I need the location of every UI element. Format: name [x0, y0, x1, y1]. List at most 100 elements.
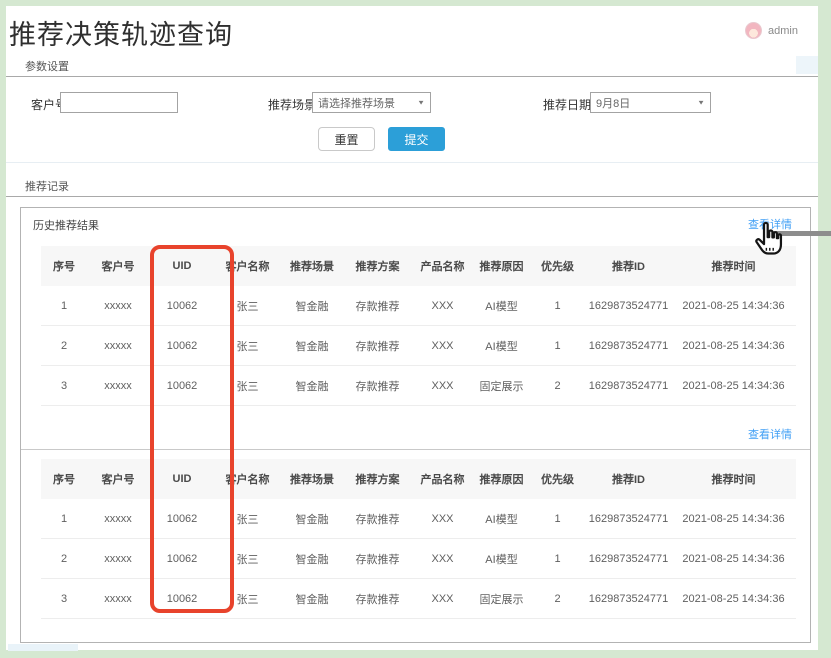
table-cell: 固定展示	[474, 366, 529, 405]
column-header: 客户号	[87, 246, 149, 286]
table-cell: XXX	[411, 326, 474, 365]
table-row: 3xxxxx10062张三智金融存款推荐XXX固定展示2162987352477…	[41, 366, 796, 406]
table-cell: 张三	[215, 579, 280, 618]
table-cell: 10062	[149, 579, 215, 618]
table-cell: 1	[529, 326, 586, 365]
table-cell: 固定展示	[474, 579, 529, 618]
table-cell: 10062	[149, 499, 215, 538]
history-results-panel: 历史推荐结果 查看详情 序号客户号UID客户名称推荐场景推荐方案产品名称推荐原因…	[20, 207, 811, 643]
table-cell: 智金融	[280, 366, 344, 405]
table-header-row: 序号客户号UID客户名称推荐场景推荐方案产品名称推荐原因优先级推荐ID推荐时间	[41, 246, 796, 286]
table-cell: 2021-08-25 14:34:36	[671, 579, 796, 618]
table-cell: AI模型	[474, 539, 529, 578]
table-cell: 1629873524771	[586, 326, 671, 365]
column-header: 推荐方案	[344, 246, 411, 286]
date-select-value: 9月8日	[596, 95, 693, 111]
column-header: 推荐ID	[586, 246, 671, 286]
table-cell: 1629873524771	[586, 286, 671, 325]
table-cell: XXX	[411, 539, 474, 578]
table-cell: 张三	[215, 499, 280, 538]
column-header: 推荐方案	[344, 459, 411, 499]
table-cell: 2	[41, 326, 87, 365]
column-header: UID	[149, 459, 215, 499]
table-cell: AI模型	[474, 499, 529, 538]
table-cell: xxxxx	[87, 366, 149, 405]
table-cell: 1	[41, 499, 87, 538]
table-cell: 2	[41, 539, 87, 578]
column-header: 优先级	[529, 459, 586, 499]
table-row: 2xxxxx10062张三智金融存款推荐XXXAI模型1162987352477…	[41, 539, 796, 579]
reset-button[interactable]: 重置	[318, 127, 375, 151]
table-row: 2xxxxx10062张三智金融存款推荐XXXAI模型1162987352477…	[41, 326, 796, 366]
table-cell: 3	[41, 579, 87, 618]
history-table-2: 序号客户号UID客户名称推荐场景推荐方案产品名称推荐原因优先级推荐ID推荐时间1…	[41, 459, 796, 619]
table-cell: 智金融	[280, 499, 344, 538]
table-cell: 1629873524771	[586, 579, 671, 618]
table-row: 1xxxxx10062张三智金融存款推荐XXXAI模型1162987352477…	[41, 499, 796, 539]
table-cell: 存款推荐	[344, 539, 411, 578]
chevron-down-icon: ▼	[417, 99, 425, 106]
table-row: 3xxxxx10062张三智金融存款推荐XXX固定展示2162987352477…	[41, 579, 796, 619]
table-cell: 2021-08-25 14:34:36	[671, 499, 796, 538]
table-row: 1xxxxx10062张三智金融存款推荐XXXAI模型1162987352477…	[41, 286, 796, 326]
table-cell: 存款推荐	[344, 366, 411, 405]
footer-deco	[8, 644, 78, 651]
date-label: 推荐日期:	[543, 96, 594, 113]
table-cell: 存款推荐	[344, 286, 411, 325]
scene-select[interactable]: 请选择推荐场景 ▼	[312, 92, 431, 113]
history-table-1: 序号客户号UID客户名称推荐场景推荐方案产品名称推荐原因优先级推荐ID推荐时间1…	[41, 246, 796, 406]
table-cell: xxxxx	[87, 326, 149, 365]
table-cell: 存款推荐	[344, 579, 411, 618]
column-header: UID	[149, 246, 215, 286]
table-cell: 1629873524771	[586, 499, 671, 538]
table-cell: 10062	[149, 539, 215, 578]
table-cell: 2021-08-25 14:34:36	[671, 539, 796, 578]
customer-id-input[interactable]	[60, 92, 178, 113]
table-header-row: 序号客户号UID客户名称推荐场景推荐方案产品名称推荐原因优先级推荐ID推荐时间	[41, 459, 796, 499]
submit-button[interactable]: 提交	[388, 127, 445, 151]
tables-divider	[21, 449, 810, 450]
table-cell: xxxxx	[87, 579, 149, 618]
date-select[interactable]: 9月8日 ▼	[590, 92, 711, 113]
table-cell: 2	[529, 366, 586, 405]
user-name: admin	[768, 25, 798, 37]
column-header: 推荐原因	[474, 459, 529, 499]
params-section-title: 参数设置	[25, 58, 69, 74]
view-detail-link-2[interactable]: 查看详情	[748, 426, 792, 442]
table-cell: 张三	[215, 539, 280, 578]
main-page: 推荐决策轨迹查询 admin 参数设置 客户号: 推荐场景: 请选择推荐场景 ▼…	[6, 6, 818, 650]
column-header: 推荐时间	[671, 246, 796, 286]
records-section-title: 推荐记录	[25, 178, 69, 194]
table-cell: 10062	[149, 366, 215, 405]
table-cell: xxxxx	[87, 499, 149, 538]
view-detail-link-1[interactable]: 查看详情	[748, 216, 792, 232]
table-cell: 1	[41, 286, 87, 325]
column-header: 客户号	[87, 459, 149, 499]
chevron-down-icon: ▼	[697, 99, 705, 106]
params-section-bar: 参数设置	[6, 52, 818, 77]
table-cell: AI模型	[474, 326, 529, 365]
column-header: 产品名称	[411, 459, 474, 499]
table-cell: XXX	[411, 579, 474, 618]
table-cell: xxxxx	[87, 286, 149, 325]
table-cell: 智金融	[280, 579, 344, 618]
table-cell: XXX	[411, 286, 474, 325]
table-cell: 智金融	[280, 326, 344, 365]
table-cell: xxxxx	[87, 539, 149, 578]
column-header: 产品名称	[411, 246, 474, 286]
column-header: 推荐ID	[586, 459, 671, 499]
table-cell: 2021-08-25 14:34:36	[671, 366, 796, 405]
table-cell: 1629873524771	[586, 539, 671, 578]
user-avatar-icon	[745, 22, 762, 39]
table-cell: 1	[529, 286, 586, 325]
table-cell: 3	[41, 366, 87, 405]
table-cell: 智金融	[280, 286, 344, 325]
user-menu[interactable]: admin	[745, 22, 798, 39]
column-header: 优先级	[529, 246, 586, 286]
table-cell: XXX	[411, 499, 474, 538]
table-cell: 1	[529, 499, 586, 538]
table-cell: 张三	[215, 366, 280, 405]
column-header: 推荐场景	[280, 246, 344, 286]
column-header: 推荐原因	[474, 246, 529, 286]
panel-title: 历史推荐结果	[33, 217, 99, 233]
